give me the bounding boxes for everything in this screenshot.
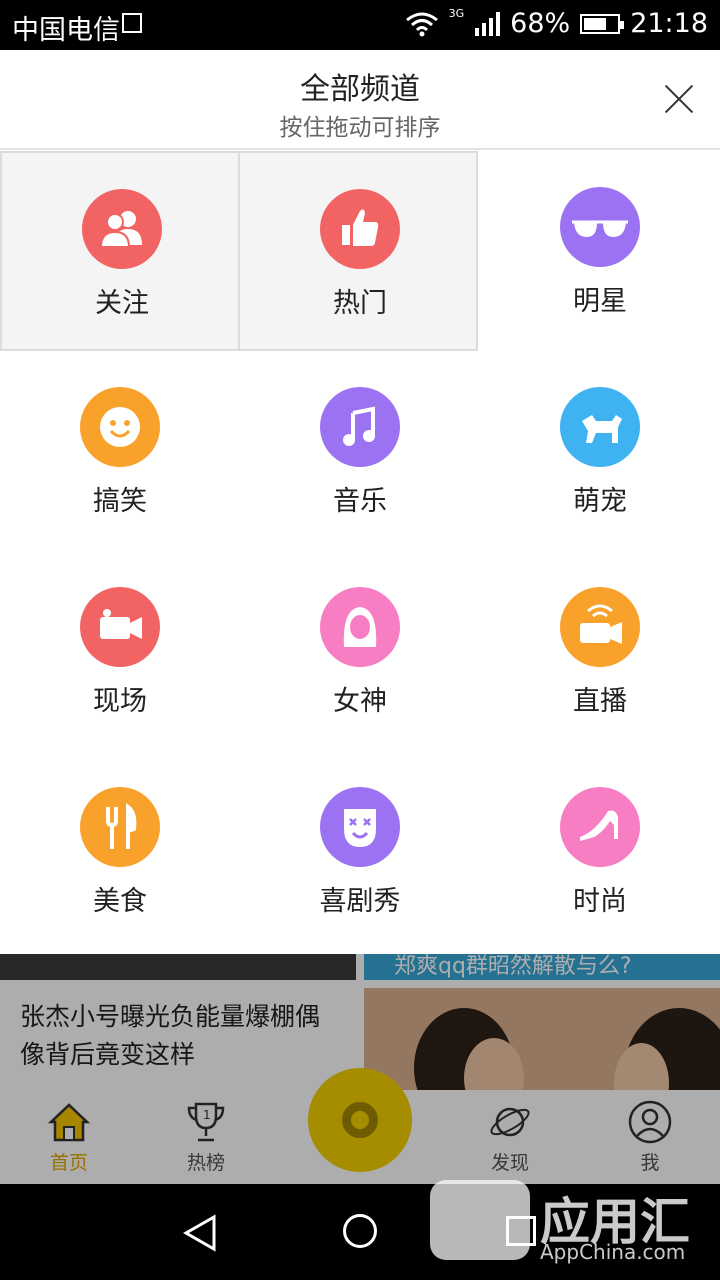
signal-icon: [475, 11, 501, 36]
thumbs-up-icon: [320, 189, 400, 269]
channel-item-follow[interactable]: 关注: [0, 151, 240, 351]
clock: 21:18: [630, 8, 708, 39]
watermark-domain: AppChina.com: [540, 1240, 686, 1264]
channel-item-funny[interactable]: 搞笑: [0, 351, 240, 551]
channel-item-live[interactable]: 直播: [480, 551, 720, 751]
channel-label: 搞笑: [93, 486, 147, 517]
status-bar: 中国电信 3G 68% 21:18: [0, 0, 720, 50]
channel-item-live-scene[interactable]: 现场: [0, 551, 240, 751]
panel-title: 全部频道: [300, 72, 420, 107]
panel-subtitle: 按住拖动可排序: [279, 115, 441, 141]
channel-label: 喜剧秀: [319, 886, 401, 917]
fork-knife-icon: [80, 787, 160, 867]
channel-label: 直播: [573, 686, 627, 717]
channel-label: 明星: [573, 286, 627, 317]
dog-icon: [560, 387, 640, 467]
sunglasses-icon: [560, 187, 640, 267]
channel-item-comedy[interactable]: 喜剧秀: [240, 751, 480, 951]
back-icon[interactable]: [182, 1214, 218, 1252]
channel-label: 女神: [333, 686, 387, 717]
woman-icon: [320, 587, 400, 667]
clown-mask-icon: [320, 787, 400, 867]
music-note-icon: [320, 387, 400, 467]
channel-item-pets[interactable]: 萌宠: [480, 351, 720, 551]
wifi-icon: [405, 12, 438, 36]
channel-panel: 全部频道 按住拖动可排序 关注 热门 明星 搞笑 音乐 萌宠 现场 女神 直播 …: [0, 50, 720, 954]
home-nav-icon[interactable]: [343, 1214, 377, 1248]
close-icon[interactable]: [664, 84, 694, 114]
channel-item-hot[interactable]: 热门: [238, 151, 478, 351]
video-camera-icon: [80, 587, 160, 667]
channel-item-food[interactable]: 美食: [0, 751, 240, 951]
panel-header: 全部频道 按住拖动可排序: [0, 50, 720, 150]
channel-label: 关注: [95, 288, 149, 319]
channel-item-goddess[interactable]: 女神: [240, 551, 480, 751]
channel-item-music[interactable]: 音乐: [240, 351, 480, 551]
sim-icon: [122, 13, 142, 33]
smiley-icon: [80, 387, 160, 467]
live-camera-icon: [560, 587, 640, 667]
network-type: 3G: [448, 7, 465, 20]
battery-icon: [580, 13, 625, 34]
channel-label: 热门: [333, 288, 387, 319]
carrier-name: 中国电信: [12, 15, 120, 46]
channel-label: 萌宠: [573, 486, 627, 517]
channel-label: 时尚: [573, 886, 627, 917]
channel-label: 美食: [93, 886, 147, 917]
channel-item-fashion[interactable]: 时尚: [480, 751, 720, 951]
channel-item-stars[interactable]: 明星: [480, 151, 720, 351]
channel-label: 现场: [93, 686, 147, 717]
status-right: 3G 68% 21:18: [405, 7, 708, 39]
high-heel-icon: [560, 787, 640, 867]
appchina-logo: [430, 1180, 530, 1260]
battery-percent: 68%: [510, 8, 571, 39]
users-icon: [82, 189, 162, 269]
channel-label: 音乐: [333, 486, 387, 517]
